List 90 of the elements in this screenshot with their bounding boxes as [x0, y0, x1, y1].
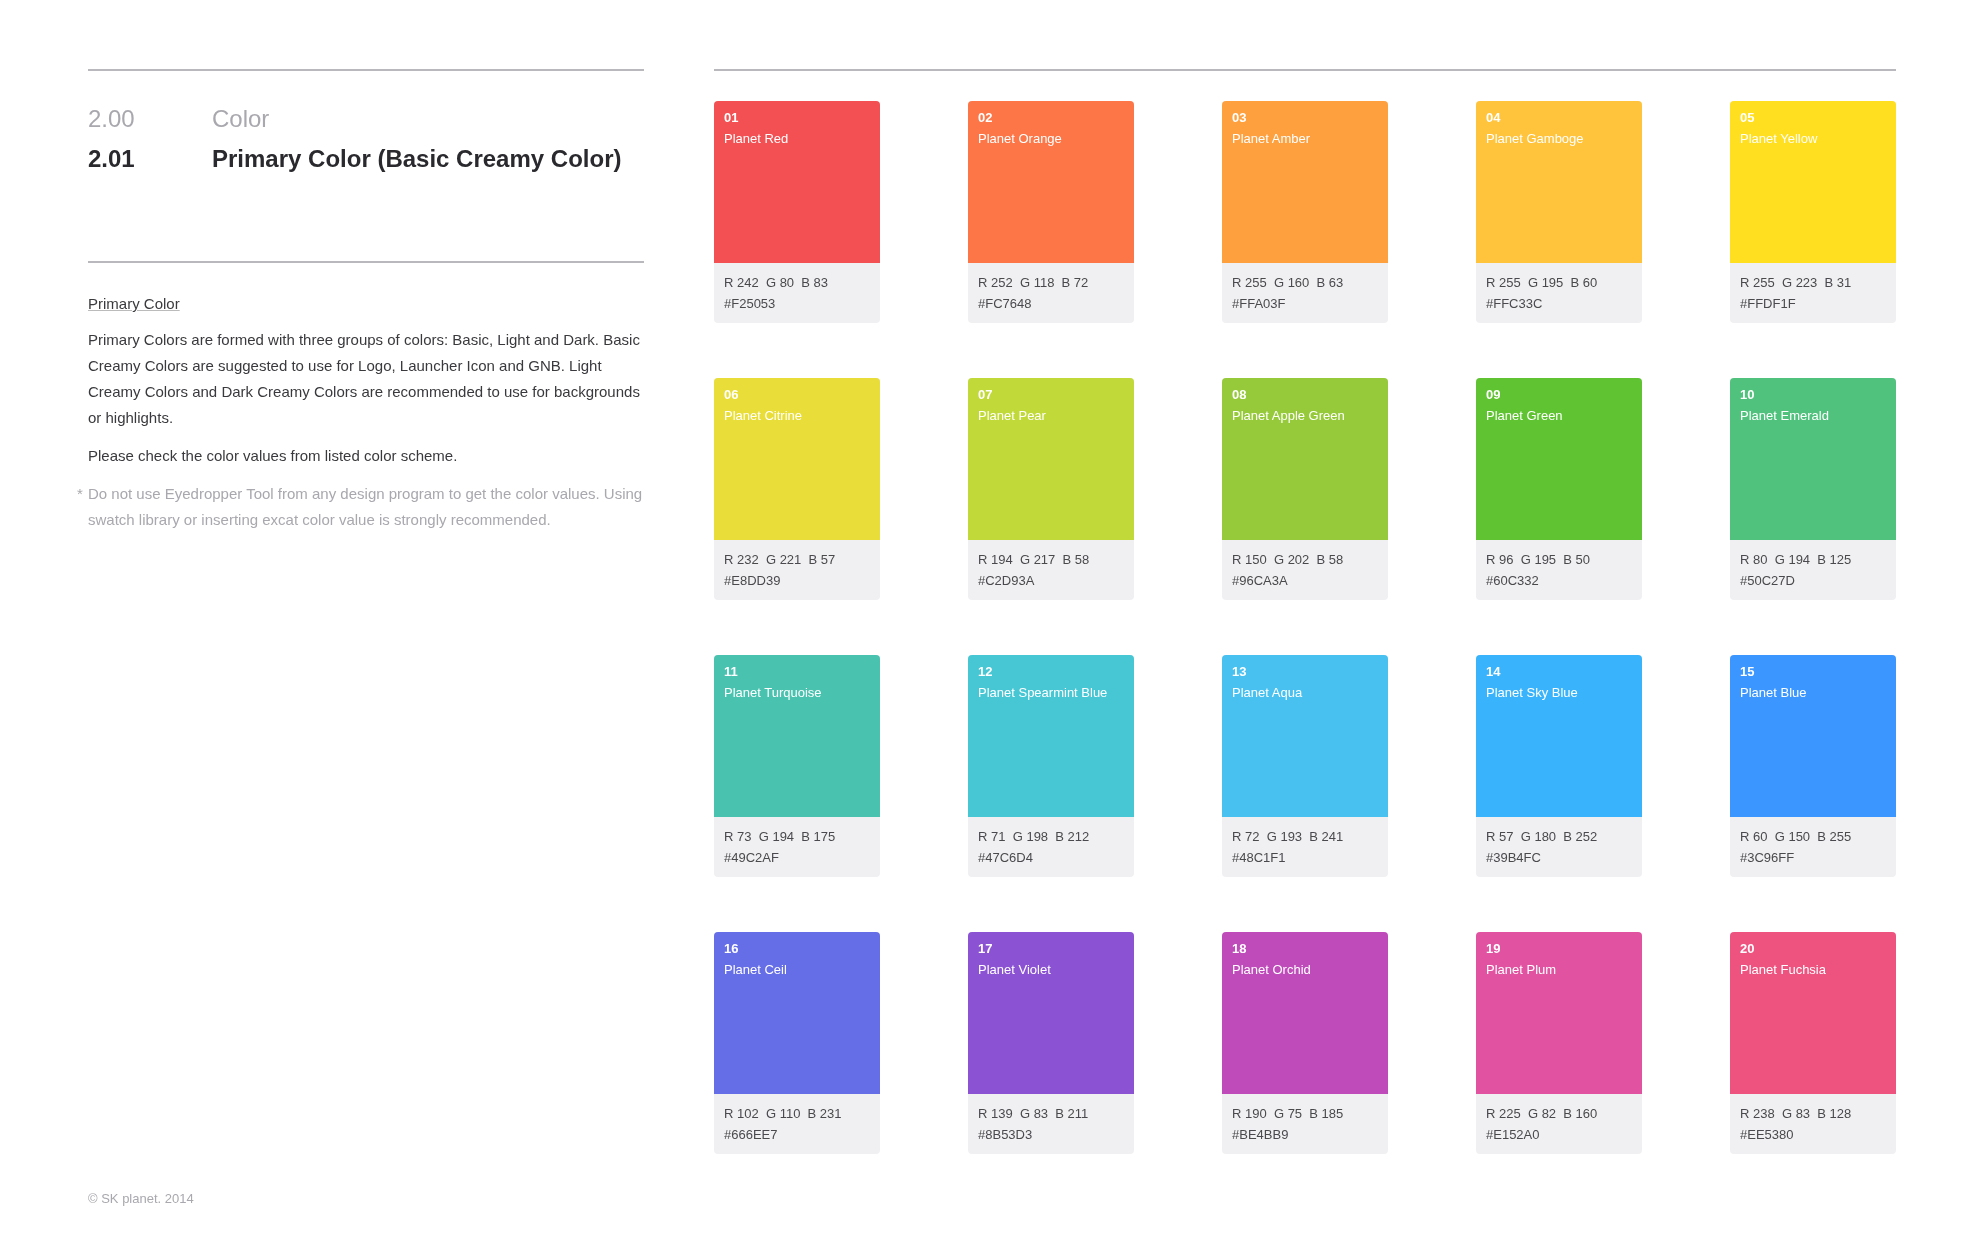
rgb-values: R 72 G 193 B 241: [1232, 828, 1344, 846]
hex-value: #FFA03F: [1232, 295, 1286, 313]
section-number: 2.00: [88, 104, 136, 134]
swatch-name: Planet Orange: [978, 130, 1062, 148]
swatch-name: Planet Plum: [1486, 961, 1557, 979]
swatch-name: Planet Fuchsia: [1740, 961, 1826, 979]
swatch-number: 05: [1740, 109, 1755, 127]
rgb-values: R 150 G 202 B 58: [1232, 551, 1344, 569]
hex-value: #47C6D4: [978, 849, 1033, 867]
swatch-name: Planet Blue: [1740, 684, 1807, 702]
section-title: Color: [212, 104, 271, 134]
swatch-number: 15: [1740, 663, 1755, 681]
rgb-values: R 255 G 160 B 63: [1232, 274, 1344, 292]
swatch-number: 16: [724, 940, 739, 958]
hex-value: #8B53D3: [978, 1126, 1033, 1144]
rgb-values: R 73 G 194 B 175: [724, 828, 836, 846]
swatch-name: Planet Orchid: [1232, 961, 1311, 979]
swatch-number: 17: [978, 940, 993, 958]
hex-value: #50C27D: [1740, 572, 1795, 590]
rgb-values: R 71 G 198 B 212: [978, 828, 1090, 846]
swatch-name: Planet Red: [724, 130, 789, 148]
rgb-values: R 190 G 75 B 185: [1232, 1105, 1344, 1123]
swatch-number: 19: [1486, 940, 1501, 958]
hex-value: #39B4FC: [1486, 849, 1541, 867]
rgb-values: R 242 G 80 B 83: [724, 274, 829, 292]
swatch-name: Planet Citrine: [724, 407, 803, 425]
swatch-number: 09: [1486, 386, 1501, 404]
hex-value: #666EE7: [724, 1126, 778, 1144]
hex-value: #49C2AF: [724, 849, 779, 867]
description-paragraph: Primary Colors are formed with three groups of colors: Basic, Light and Dark. Basic Creamy Colors are suggested to use for Logo, Launcher Icon and GNB. Light Creamy Colors and Dark Creamy Colors are recommended to use for backgrounds or highlights.: [88, 330, 641, 428]
swatch-number: 12: [978, 663, 993, 681]
swatch-name: Planet Violet: [978, 961, 1051, 979]
rgb-values: R 80 G 194 B 125: [1740, 551, 1852, 569]
rgb-values: R 225 G 82 B 160: [1486, 1105, 1598, 1123]
swatch-number: 18: [1232, 940, 1247, 958]
swatch-number: 11: [724, 663, 738, 681]
hex-value: #3C96FF: [1740, 849, 1795, 867]
swatch-number: 04: [1486, 109, 1501, 127]
subsection-title: Primary Color (Basic Creamy Color): [212, 144, 623, 174]
rgb-values: R 102 G 110 B 231: [724, 1105, 842, 1123]
rgb-values: R 232 G 221 B 57: [724, 551, 836, 569]
rgb-values: R 57 G 180 B 252: [1486, 828, 1598, 846]
hex-value: #FFC33C: [1486, 295, 1543, 313]
primary-color-heading: Primary Color: [88, 294, 180, 314]
swatch-number: 06: [724, 386, 739, 404]
swatch-number: 20: [1740, 940, 1755, 958]
swatch-number: 02: [978, 109, 993, 127]
swatch-name: Planet Sky Blue: [1486, 684, 1578, 702]
copyright-text: © SK planet. 2014: [88, 1189, 195, 1208]
swatch-name: Planet Apple Green: [1232, 407, 1345, 425]
swatch-number: 08: [1232, 386, 1247, 404]
rgb-values: R 139 G 83 B 211: [978, 1105, 1089, 1123]
footnote-text: Do not use Eyedropper Tool from any design program to get the color values. Using swatch library or inserting excat color value is strongly recommended.: [88, 484, 644, 530]
hex-value: #C2D93A: [978, 572, 1035, 590]
hex-value: #60C332: [1486, 572, 1539, 590]
footnote-mark: *: [77, 484, 83, 504]
hex-value: #FC7648: [978, 295, 1032, 313]
hex-value: #EE5380: [1740, 1126, 1794, 1144]
swatch-name: Planet Yellow: [1740, 130, 1818, 148]
swatch-number: 07: [978, 386, 993, 404]
hex-value: #48C1F1: [1232, 849, 1286, 867]
note-text: Please check the color values from listed color scheme.: [88, 446, 459, 466]
swatch-number: 14: [1486, 663, 1501, 681]
swatch-name: Planet Ceil: [724, 961, 787, 979]
swatch-name: Planet Emerald: [1740, 407, 1829, 425]
swatch-number: 13: [1232, 663, 1247, 681]
hex-value: #BE4BB9: [1232, 1126, 1289, 1144]
swatch-name: Planet Amber: [1232, 130, 1311, 148]
swatch-name: Planet Turquoise: [724, 684, 822, 702]
rgb-values: R 255 G 195 B 60: [1486, 274, 1598, 292]
swatch-number: 03: [1232, 109, 1247, 127]
swatch-name: Planet Aqua: [1232, 684, 1303, 702]
hex-value: #F25053: [724, 295, 776, 313]
swatch-name: Planet Spearmint Blue: [978, 684, 1108, 702]
hex-value: #E152A0: [1486, 1126, 1540, 1144]
swatch-number: 01: [724, 109, 739, 127]
swatch-name: Planet Pear: [978, 407, 1046, 425]
hex-value: #E8DD39: [724, 572, 781, 590]
rgb-values: R 194 G 217 B 58: [978, 551, 1090, 569]
hex-value: #FFDF1F: [1740, 295, 1796, 313]
rgb-values: R 96 G 195 B 50: [1486, 551, 1591, 569]
hex-value: #96CA3A: [1232, 572, 1288, 590]
rgb-values: R 252 G 118 B 72: [978, 274, 1089, 292]
swatch-number: 10: [1740, 386, 1755, 404]
subsection-number: 2.01: [88, 144, 136, 174]
swatch-name: Planet Gamboge: [1486, 130, 1584, 148]
swatch-name: Planet Green: [1486, 407, 1563, 425]
rgb-values: R 238 G 83 B 128: [1740, 1105, 1852, 1123]
rgb-values: R 60 G 150 B 255: [1740, 828, 1852, 846]
rgb-values: R 255 G 223 B 31: [1740, 274, 1852, 292]
